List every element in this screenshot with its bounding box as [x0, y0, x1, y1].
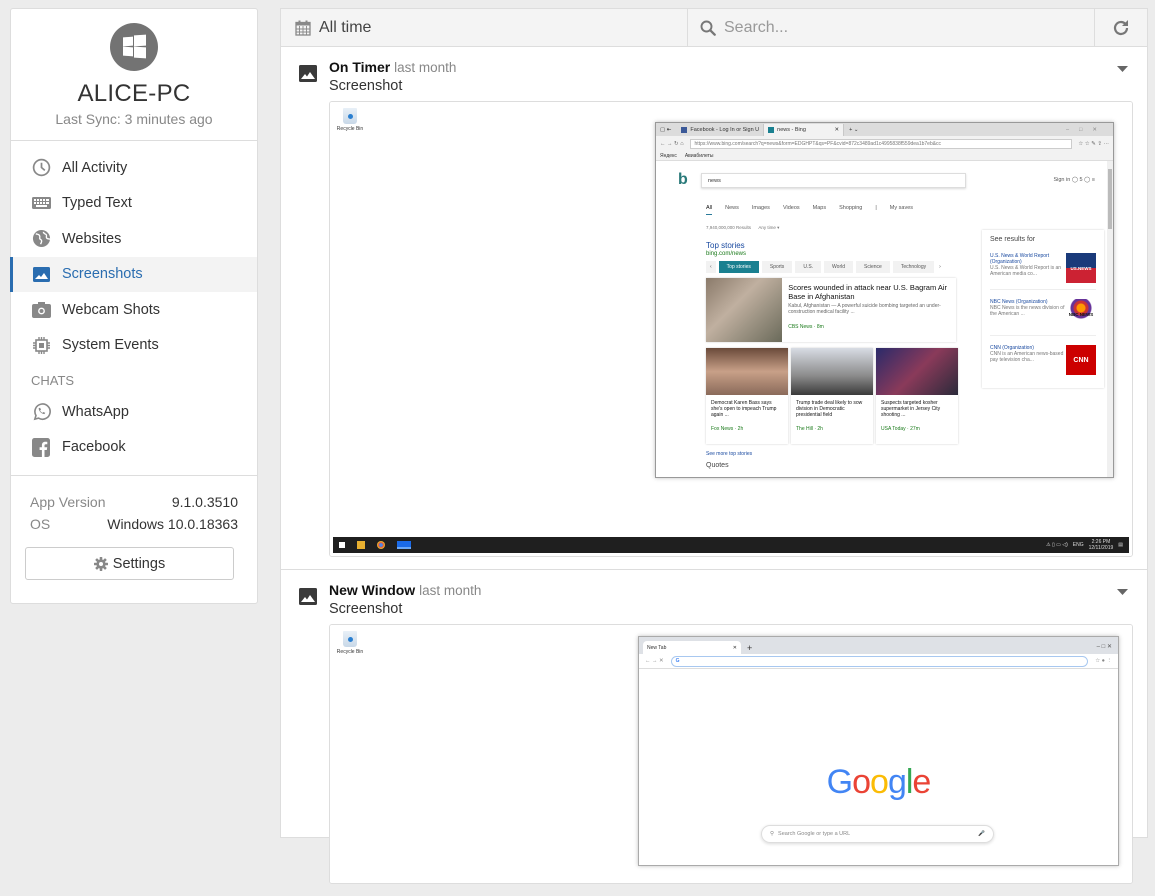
- sidebar-item-system-events[interactable]: System Events: [11, 328, 257, 364]
- activity-entry: On Timer last month Screenshot Recycle B…: [281, 47, 1147, 570]
- chats-heading: CHATS: [31, 373, 75, 388]
- google-logo: Google: [826, 763, 932, 801]
- entry-type: Screenshot: [329, 78, 403, 94]
- browser-tab: Facebook - Log In or Sign U: [677, 123, 765, 136]
- entry-title: On Timer last month: [329, 59, 1133, 76]
- sidebar-item-label: System Events: [62, 337, 159, 354]
- refresh-button[interactable]: [1095, 9, 1147, 46]
- chip-icon: [31, 335, 51, 355]
- main-panel: All time On Timer last month Screenshot …: [280, 8, 1148, 884]
- os-row: OS Windows 10.0.18363: [30, 513, 238, 535]
- sidebar-item-whatsapp[interactable]: WhatsApp: [11, 394, 257, 430]
- edge-browser-window: ▢ ⇤ Facebook - Log In or Sign U news - B…: [655, 122, 1114, 478]
- app-version-label: App Version: [30, 494, 106, 510]
- sidebar: ALICE-PC Last Sync: 3 minutes ago All Ac…: [10, 8, 258, 604]
- sidebar-item-label: All Activity: [62, 159, 128, 176]
- desktop: Recycle Bin New Tab ✕ + – □ ✕ ← → ✕ G ☆ ● ⋮…: [330, 625, 1132, 883]
- image-icon: [299, 588, 317, 605]
- device-name: ALICE-PC: [77, 80, 191, 107]
- sidebar-item-label: WhatsApp: [62, 403, 129, 420]
- entry-time: last month: [419, 583, 482, 598]
- whatsapp-icon: [31, 402, 51, 422]
- screenshot-thumbnail[interactable]: Recycle Bin New Tab ✕ + – □ ✕ ← → ✕ G ☆ ● ⋮…: [329, 624, 1133, 884]
- screenshot-thumbnail[interactable]: Recycle Bin ▢ ⇤ Facebook - Log In or Sig…: [329, 101, 1133, 557]
- sidebar-item-webcam-shots[interactable]: Webcam Shots: [11, 292, 257, 328]
- recycle-bin-icon: Recycle Bin: [336, 631, 364, 655]
- last-sync: Last Sync: 3 minutes ago: [55, 111, 213, 127]
- refresh-icon: [1113, 19, 1129, 35]
- chevron-down-icon[interactable]: [1117, 589, 1128, 595]
- device-header: ALICE-PC Last Sync: 3 minutes ago: [11, 9, 257, 141]
- chevron-down-icon[interactable]: [1117, 66, 1128, 72]
- image-icon: [31, 264, 51, 284]
- app-info: App Version 9.1.0.3510 OS Windows 10.0.1…: [11, 475, 257, 580]
- entry-event: On Timer: [329, 59, 391, 75]
- bing-page: b news Sign in ◯ 5 ◯ ≡ All News Images Vide…: [656, 161, 1113, 471]
- windows-logo-icon: [110, 23, 158, 71]
- sidebar-item-facebook[interactable]: Facebook: [11, 430, 257, 466]
- facebook-icon: [31, 437, 51, 457]
- entry-type: Screenshot: [329, 601, 403, 617]
- sidebar-item-screenshots[interactable]: Screenshots: [10, 256, 257, 292]
- recycle-bin-icon: Recycle Bin: [336, 108, 364, 132]
- settings-button[interactable]: Settings: [25, 547, 234, 580]
- toolbar: All time: [281, 9, 1147, 47]
- sidebar-item-label: Screenshots: [62, 266, 143, 283]
- os-label: OS: [30, 516, 51, 532]
- sidebar-item-label: Webcam Shots: [62, 301, 161, 318]
- entry-title: New Window last month: [329, 582, 1133, 599]
- taskbar: ⚠ ▯ ▭ ◁) ENG 2:26 PM 12/11/2019 ▤: [333, 537, 1129, 553]
- globe-icon: [31, 229, 51, 249]
- bing-sidebar: See results for U.S. News & World Report…: [982, 230, 1104, 388]
- sidebar-item-label: Websites: [62, 230, 122, 247]
- calendar-icon: [295, 20, 311, 36]
- search-input[interactable]: [724, 18, 1024, 37]
- search-icon: [700, 20, 716, 36]
- sidebar-item-all-activity[interactable]: All Activity: [11, 150, 257, 186]
- sidebar-item-typed-text[interactable]: Typed Text: [11, 186, 257, 222]
- bing-nav: All News Images Videos Maps Shopping | My saves: [706, 205, 913, 215]
- gear-icon: [93, 556, 108, 571]
- search-box[interactable]: [688, 9, 1095, 46]
- activity-entry: New Window last month Screenshot Recycle…: [281, 570, 1147, 896]
- entry-event: New Window: [329, 582, 416, 598]
- app-version-value: 9.1.0.3510: [171, 494, 238, 510]
- os-value: Windows 10.0.18363: [107, 516, 238, 532]
- google-search-box: ⚲ Search Google or type a URL 🎤: [761, 825, 994, 843]
- favorites-bar: Яндекс Авиабилеты: [656, 151, 1113, 161]
- camera-icon: [31, 300, 51, 320]
- app-version-row: App Version 9.1.0.3510: [30, 491, 238, 513]
- browser-tabs: ▢ ⇤ Facebook - Log In or Sign U news - B…: [656, 123, 1113, 136]
- keyboard-icon: [31, 193, 51, 213]
- sidebar-item-label: Typed Text: [62, 195, 132, 212]
- browser-address-bar: ← → ↻ ⌂ https://www.bing.com/search?q=ne…: [656, 136, 1113, 151]
- image-icon: [299, 65, 317, 82]
- date-filter[interactable]: All time: [281, 9, 688, 46]
- browser-tab-active: news - Bing ✕: [764, 123, 845, 136]
- entry-time: last month: [394, 60, 457, 75]
- clock-icon: [31, 158, 51, 178]
- sidebar-item-websites[interactable]: Websites: [11, 221, 257, 257]
- sidebar-item-label: Facebook: [62, 439, 126, 456]
- settings-label: Settings: [112, 555, 166, 572]
- desktop: Recycle Bin ▢ ⇤ Facebook - Log In or Sig…: [330, 102, 1132, 556]
- sidebar-nav: All Activity Typed Text Websites Screens…: [10, 141, 257, 466]
- date-filter-label: All time: [319, 18, 372, 36]
